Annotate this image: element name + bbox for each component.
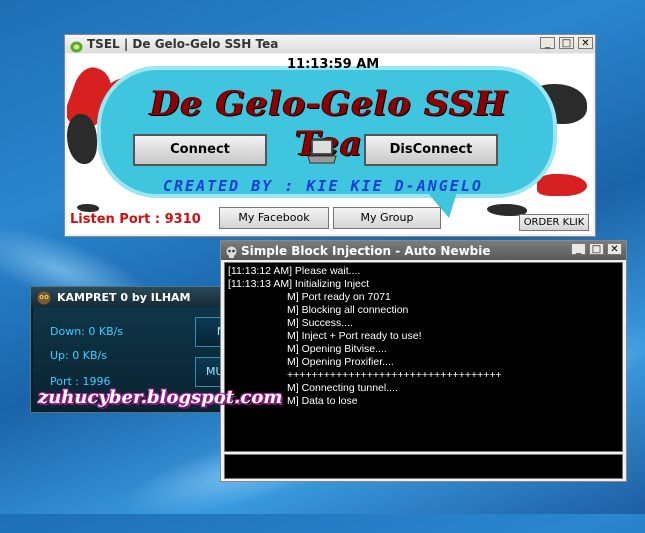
created-by-label: CREATED BY : KIE KIE D-ANGELO [163,177,483,195]
map-island [77,204,99,212]
ssh-window-body: 11:13:59 AM De Gelo-Gelo SSH Tea Connect… [67,54,593,234]
clock-display: 11:13:59 AM [287,57,380,72]
map-island [537,174,587,196]
skull-icon [225,244,238,258]
my-facebook-button[interactable]: My Facebook [219,207,329,229]
maximize-button[interactable]: □ [559,37,574,49]
close-button[interactable]: ✕ [578,37,593,49]
log-line: +++++++++++++++++++++++++++++++++++ [287,369,502,381]
minimize-button[interactable]: _ [540,37,555,49]
ssh-tea-window: TSEL | De Gelo-Gelo SSH Tea _ □ ✕ 11:13:… [64,34,596,237]
log-line: [11:13:13 AM] Initializing Inject [228,278,370,290]
log-line: M] Data to lose [287,395,358,407]
laptop-icon [307,137,337,165]
log-console[interactable]: [11:13:12 AM] Please wait.... [11:13:13 … [224,262,623,452]
maximize-button[interactable]: □ [589,243,604,255]
disconnect-button[interactable]: DisConnect [364,134,498,166]
log-line: M] Connecting tunnel.... [287,382,398,394]
injection-titlebar[interactable]: Simple Block Injection - Auto Newbie _ □… [221,241,626,260]
log-line: M] Inject + Port ready to use! [287,330,422,342]
download-speed: Down: 0 KB/s [50,325,124,338]
order-klik-button[interactable]: ORDER KLIK [519,214,589,231]
close-button[interactable]: ✕ [607,243,622,255]
owl-app-icon [37,290,51,305]
blog-watermark: zuhucyber.blogspot.com [38,387,283,408]
log-line: M] Port ready on 7071 [287,291,391,303]
my-group-button[interactable]: My Group [333,207,441,229]
block-injection-window: Simple Block Injection - Auto Newbie _ □… [220,240,627,482]
log-line: M] Opening Bitvise.... [287,343,387,355]
listen-port-label: Listen Port : 9310 [70,212,201,227]
ssh-window-titlebar[interactable]: TSEL | De Gelo-Gelo SSH Tea _ □ ✕ [65,35,595,53]
connect-button[interactable]: Connect [133,134,267,166]
map-island [67,114,97,164]
log-line: [11:13:12 AM] Please wait.... [228,265,361,277]
ssh-window-title: TSEL | De Gelo-Gelo SSH Tea [87,37,279,51]
minimize-button[interactable]: _ [571,243,586,255]
injection-title: Simple Block Injection - Auto Newbie [241,244,491,258]
kampret-title: KAMPRET 0 by ILHAM [57,291,191,304]
status-bar [224,454,623,479]
log-line: M] Blocking all connection [287,304,409,316]
log-line: M] Success.... [287,317,353,329]
android-app-icon [70,38,83,53]
log-line: M] Opening Proxifier.... [287,356,394,368]
upload-speed: Up: 0 KB/s [50,349,107,362]
